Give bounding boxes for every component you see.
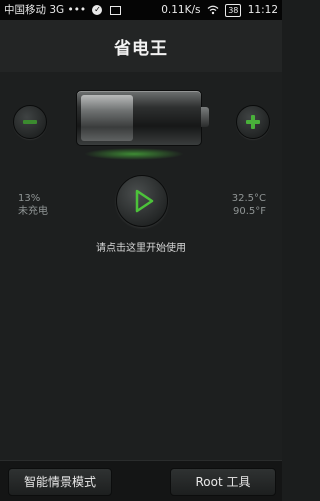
- battery-percent: 13%: [18, 193, 41, 204]
- header: 省电王: [0, 20, 282, 72]
- wifi-icon: [207, 5, 219, 15]
- battery-info: 13% 未充电: [18, 192, 48, 218]
- temperature-info: 32.5°C 90.5°F: [232, 192, 266, 218]
- charge-status: 未充电: [18, 206, 48, 217]
- carrier-label: 中国移动 3G: [4, 4, 65, 16]
- temp-celsius: 32.5°C: [231, 193, 266, 204]
- battery-level-fill: [81, 95, 133, 141]
- main-panel: 13% 未充电 32.5°C 90.5°F 请点击这里开始使用: [0, 72, 282, 460]
- minus-icon: [23, 120, 37, 124]
- play-icon: [135, 189, 154, 213]
- bottom-bar: 智能情景模式 Root 工具: [0, 460, 282, 501]
- clock: 11:12: [247, 4, 278, 16]
- battery-glow: [84, 148, 184, 160]
- net-speed: 0.11K/s: [161, 4, 201, 16]
- status-bar: 中国移动 3G ••• ✓ 0.11K/s 38 11:12: [0, 0, 282, 20]
- root-tools-button[interactable]: Root 工具: [170, 468, 276, 496]
- decrease-button[interactable]: [13, 105, 47, 139]
- status-right: 0.11K/s 38 11:12: [161, 0, 278, 20]
- image-icon: [109, 5, 121, 15]
- check-icon: ✓: [92, 5, 103, 15]
- smart-scene-mode-button[interactable]: 智能情景模式: [8, 468, 112, 496]
- page-title: 省电王: [114, 39, 168, 59]
- start-button[interactable]: [116, 175, 168, 227]
- status-dots: •••: [67, 4, 87, 16]
- battery-graphic: [76, 90, 202, 146]
- temp-fahrenheit: 90.5°F: [232, 206, 266, 217]
- status-left: 中国移动 3G ••• ✓: [4, 0, 121, 20]
- battery-icon: 38: [225, 3, 242, 17]
- increase-button[interactable]: [236, 105, 270, 139]
- battery-tip: [201, 107, 209, 127]
- start-hint[interactable]: 请点击这里开始使用: [0, 239, 282, 254]
